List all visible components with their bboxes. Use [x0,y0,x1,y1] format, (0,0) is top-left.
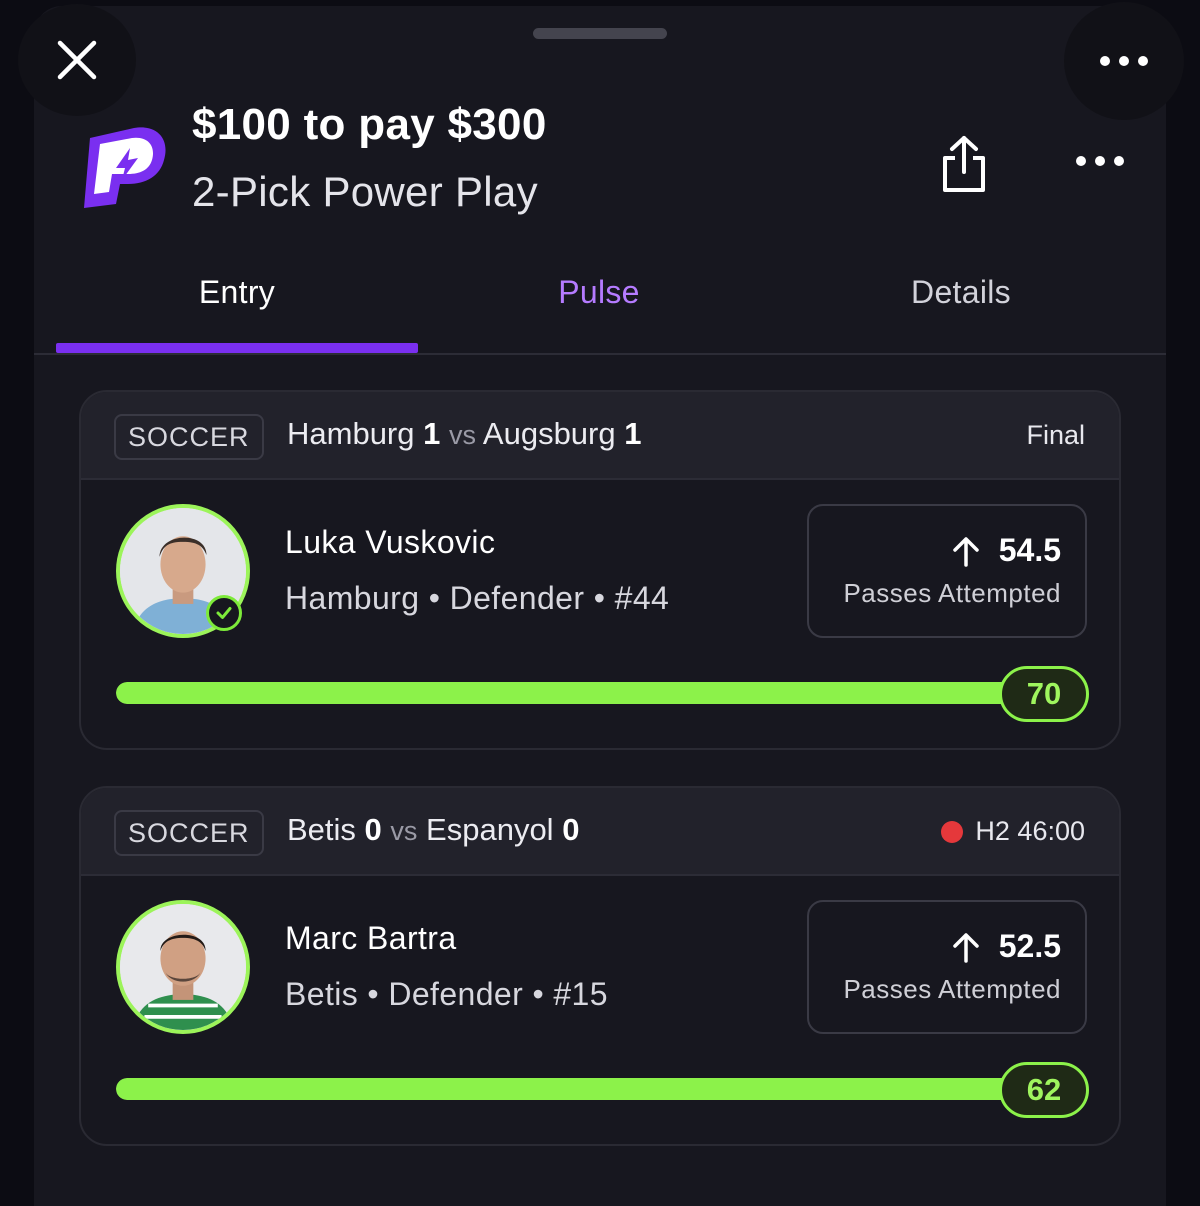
arrow-up-icon [952,536,979,567]
projection-box: 54.5 Passes Attempted [807,504,1087,638]
player-photo [120,904,246,1030]
close-button[interactable] [18,4,136,116]
game-status: Final [1026,420,1085,451]
more-horizontal-icon [1100,56,1148,66]
player-name: Luka Vuskovic [285,524,496,560]
tab-pulse[interactable]: Pulse [418,260,780,352]
arrow-up-icon [952,932,979,963]
active-tab-indicator [56,343,418,353]
tab-bar: Entry Pulse Details [56,260,1144,356]
game-status: H2 46:00 [941,816,1085,847]
actual-stat-pill: 70 [999,666,1089,722]
live-dot-icon [941,820,964,843]
progress-fill [116,1078,1016,1100]
pick-card[interactable]: SOCCER Hamburg 1 vs Augsburg 1 Final Luk… [79,390,1121,750]
vs-label: vs [390,816,418,846]
matchup: Betis 0 vs Espanyol 0 [287,812,579,848]
entry-title: $100 to pay $300 [192,100,547,149]
stat-type: Passes Attempted [843,974,1061,1004]
game-status-text: Final [1026,420,1085,450]
vs-label: vs [449,420,476,450]
home-team: Betis [287,812,356,847]
game-status-text: H2 46:00 [975,816,1085,846]
actual-stat-pill: 62 [999,1062,1089,1118]
progress-fill [116,682,1016,704]
game-header: SOCCER Betis 0 vs Espanyol 0 H2 46:00 [81,788,1119,876]
progress-bar [116,1078,1016,1100]
player-name: Marc Bartra [285,920,457,956]
tabs-divider [34,353,1166,355]
player-info: Betis • Defender • #15 [285,976,608,1012]
entry-subtitle: 2-Pick Power Play [192,168,538,215]
tab-details[interactable]: Details [780,260,1142,352]
progress-bar [116,682,1016,704]
more-horizontal-icon [1076,156,1124,166]
away-team: Augsburg [482,416,616,451]
sheet-drag-handle[interactable] [533,28,667,39]
home-score: 1 [423,416,441,451]
stat-type: Passes Attempted [843,578,1061,608]
entry-more-button[interactable] [1070,146,1130,176]
home-team: Hamburg [287,416,415,451]
sport-badge: SOCCER [114,810,264,856]
away-score: 1 [624,416,642,451]
matchup: Hamburg 1 vs Augsburg 1 [287,416,642,452]
game-header: SOCCER Hamburg 1 vs Augsburg 1 Final [81,392,1119,480]
player-avatar [116,900,250,1034]
prizepicks-logo [84,127,166,208]
home-score: 0 [364,812,382,847]
share-button[interactable] [936,134,992,196]
pick-card[interactable]: SOCCER Betis 0 vs Espanyol 0 H2 46:00 Ma… [79,786,1121,1146]
top-more-button[interactable] [1064,2,1184,120]
player-info: Hamburg • Defender • #44 [285,580,670,616]
share-icon [943,136,985,192]
check-circle-icon [206,595,242,631]
close-icon [57,40,97,80]
away-team: Espanyol [426,812,554,847]
projection-line: 52.5 [998,928,1061,964]
projection-line: 54.5 [998,532,1061,568]
projection-box: 52.5 Passes Attempted [807,900,1087,1034]
away-score: 0 [562,812,580,847]
tab-entry[interactable]: Entry [56,260,418,352]
sport-badge: SOCCER [114,414,264,460]
